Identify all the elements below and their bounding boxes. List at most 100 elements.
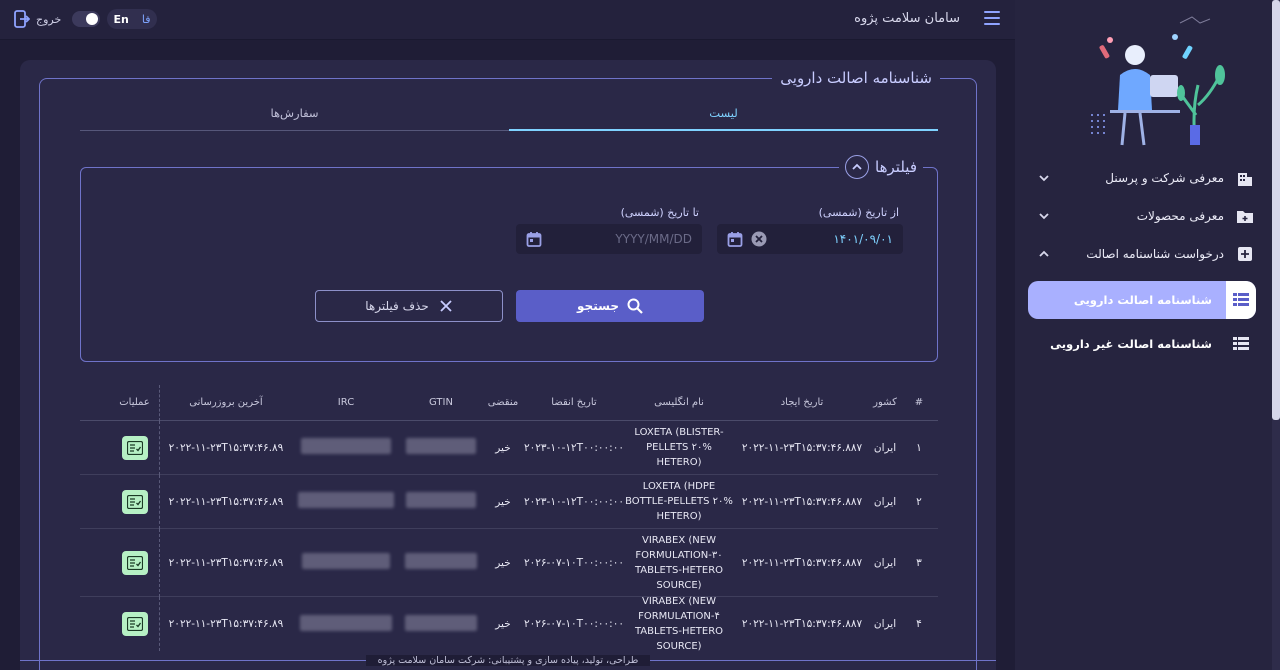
list-icon-box: [1226, 325, 1256, 363]
cell-num: ۲: [916, 495, 922, 508]
cell-english-name: LOXETA (BLISTER-PELLETS ۲۰% HETERO): [634, 427, 724, 468]
sidebar-item-label: معرفی محصولات: [1136, 209, 1224, 223]
col-english-name[interactable]: نام انگلیسی: [624, 395, 734, 410]
sidebar-subitem-label: شناسنامه اصالت دارویی: [1073, 293, 1212, 307]
footer: طراحی، تولید، پیاده سازی و پشتیبانی: شرک…: [20, 652, 996, 668]
checklist-icon: [126, 440, 143, 455]
chevron-up-icon: [1039, 250, 1049, 257]
sidebar-item-certificate-request[interactable]: درخواست شناسنامه اصالت: [1025, 238, 1260, 270]
col-irc[interactable]: IRC: [292, 397, 400, 408]
page-title: شناسنامه اصالت دارویی: [772, 69, 940, 87]
footer-text: طراحی، تولید، پیاده سازی و پشتیبانی: شرک…: [365, 654, 651, 666]
checklist-icon: [126, 555, 143, 570]
cell-irc-redacted: [292, 553, 400, 572]
lang-en-option[interactable]: En: [114, 13, 129, 26]
theme-toggle[interactable]: [72, 11, 100, 27]
cell-actions: [110, 474, 160, 529]
from-date-label: از تاریخ (شمسی): [818, 206, 899, 219]
col-created[interactable]: تاریخ ایجاد: [734, 397, 870, 408]
col-gtin[interactable]: GTIN: [400, 397, 482, 408]
exit-icon: [14, 10, 30, 28]
building-icon: [1238, 173, 1252, 186]
calendar-icon[interactable]: [526, 231, 542, 247]
search-icon: [627, 298, 643, 314]
cell-updated: ۲۰۲۲-۱۱-۲۳T۱۵:۳۷:۴۶.۸۹: [168, 556, 284, 569]
table-row[interactable]: ۳ ایران ۲۰۲۲-۱۱-۲۳T۱۵:۳۷:۴۶.۸۸۷ VIRABEX …: [80, 528, 938, 597]
cell-created: ۲۰۲۲-۱۱-۲۳T۱۵:۳۷:۴۶.۸۸۷: [741, 495, 863, 508]
sidebar-item-products[interactable]: معرفی محصولات: [1025, 200, 1260, 232]
sidebar-scrollbar-thumb[interactable]: [1272, 0, 1280, 420]
sidebar-subitem-nondrug-certificate[interactable]: شناسنامه اصالت غیر دارویی: [1028, 325, 1256, 363]
row-details-button[interactable]: [121, 435, 148, 460]
doctor-illustration: [1091, 16, 1225, 146]
filters-panel: فیلترها از تاریخ (شمسی) ت: [80, 155, 938, 362]
top-bar: سامان سلامت پژوه خروج En فا: [0, 0, 1015, 40]
redacted-block: [302, 553, 390, 569]
row-details-button[interactable]: [121, 612, 148, 636]
tab-list[interactable]: لیست: [509, 103, 938, 131]
cell-gtin-redacted: [400, 553, 482, 572]
cell-expired: خیر: [495, 556, 511, 569]
list-icon: [1233, 293, 1249, 307]
hamburger-menu-icon[interactable]: [984, 11, 1000, 25]
sidebar-subitem-drug-certificate[interactable]: شناسنامه اصالت دارویی: [1028, 281, 1256, 319]
cell-gtin-redacted: [400, 492, 482, 511]
row-details-button[interactable]: [121, 489, 148, 514]
document-add-icon: [1238, 247, 1252, 261]
search-button[interactable]: جستجو: [516, 290, 704, 322]
redacted-block: [406, 492, 476, 508]
table-row[interactable]: ۲ ایران ۲۰۲۲-۱۱-۲۳T۱۵:۳۷:۴۶.۸۸۷ LOXETA (…: [80, 474, 938, 529]
cell-country: ایران: [873, 441, 897, 454]
tab-bar: لیست سفارش‌ها: [80, 103, 938, 131]
tab-orders[interactable]: سفارش‌ها: [80, 103, 509, 131]
cell-expiry: ۲۰۲۶-۰۷-۱۰T۰۰:۰۰:۰۰: [523, 556, 624, 569]
checklist-icon: [126, 494, 143, 509]
cell-gtin-redacted: [400, 438, 482, 457]
table-row[interactable]: ۴ ایران ۲۰۲۲-۱۱-۲۳T۱۵:۳۷:۴۶.۸۸۷ VIRABEX …: [80, 596, 938, 652]
chevron-down-icon: [1039, 213, 1049, 220]
redacted-block: [300, 614, 392, 631]
cell-irc-redacted: [292, 438, 400, 457]
col-num[interactable]: #: [900, 397, 938, 408]
cell-country: ایران: [873, 495, 897, 508]
col-expiry[interactable]: تاریخ انقضا: [524, 397, 624, 408]
language-switcher: En فا: [107, 9, 157, 29]
sidebar-scrollbar[interactable]: [1272, 0, 1280, 670]
to-date-label: تا تاریخ (شمسی): [620, 206, 699, 219]
sidebar: معرفی شرکت و پرسنل معرفی محصولات درخواست…: [1015, 0, 1280, 670]
col-actions-label: عملیات: [119, 397, 150, 408]
col-updated[interactable]: آخرین بروزرسانی: [160, 397, 292, 408]
filters-collapse-button[interactable]: [845, 155, 870, 179]
from-date-input[interactable]: [783, 232, 893, 246]
cell-expired: خیر: [495, 495, 511, 508]
row-details-button[interactable]: [121, 550, 148, 575]
table-row[interactable]: ۱ ایران ۲۰۲۲-۱۱-۲۳T۱۵:۳۷:۴۶.۸۸۷ LOXETA (…: [80, 420, 938, 475]
redacted-block: [301, 438, 391, 454]
exit-button[interactable]: خروج: [14, 10, 61, 28]
redacted-block: [406, 438, 476, 454]
clear-filters-button[interactable]: حذف فیلترها: [315, 290, 503, 322]
cell-updated: ۲۰۲۲-۱۱-۲۳T۱۵:۳۷:۴۶.۸۹: [168, 618, 284, 630]
folder-add-icon: [1237, 211, 1253, 223]
cell-expiry: ۲۰۲۳-۱۰-۱۲T۰۰:۰۰:۰۰: [523, 495, 624, 508]
sidebar-item-company[interactable]: معرفی شرکت و پرسنل: [1025, 162, 1260, 194]
col-country[interactable]: کشور: [870, 397, 900, 408]
to-date-field: [516, 224, 702, 254]
col-expired[interactable]: منقضی: [482, 397, 524, 408]
clear-icon[interactable]: [751, 231, 767, 247]
col-actions: عملیات: [110, 384, 160, 421]
cell-country: ایران: [873, 556, 897, 569]
to-date-input[interactable]: [582, 232, 692, 246]
cell-expired: خیر: [495, 618, 511, 630]
from-date-field: [717, 224, 903, 254]
cell-updated: ۲۰۲۲-۱۱-۲۳T۱۵:۳۷:۴۶.۸۹: [168, 495, 284, 508]
cell-irc-redacted: [292, 492, 400, 511]
lang-fa-option[interactable]: فا: [142, 13, 151, 26]
cell-actions: [110, 597, 160, 651]
cell-num: ۳: [916, 556, 922, 569]
cell-actions: [110, 420, 160, 475]
calendar-icon[interactable]: [727, 231, 743, 247]
search-button-label: جستجو: [577, 299, 619, 313]
cell-num: ۴: [916, 618, 922, 630]
certificate-fieldset: شناسنامه اصالت دارویی لیست سفارش‌ها فیلت…: [39, 69, 977, 670]
